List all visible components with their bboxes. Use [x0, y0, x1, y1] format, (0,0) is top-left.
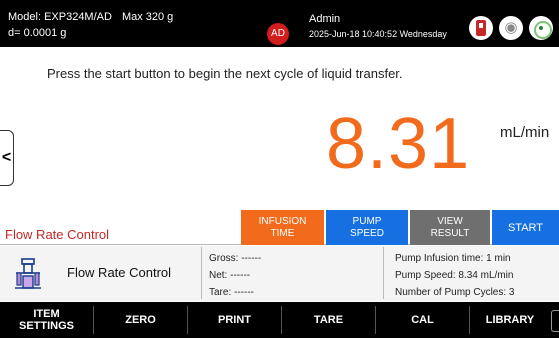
more-options-handle[interactable]	[551, 310, 559, 332]
library-button[interactable]: LIBRARY	[470, 302, 550, 338]
model-name: Model: EXP324M/AD	[8, 11, 112, 23]
item-settings-label-2: SETTINGS	[18, 320, 74, 332]
item-settings-label-1: ITEM	[33, 308, 60, 320]
infusion-time-label-1: INFUSION	[258, 215, 307, 227]
infusion-time-button[interactable]: INFUSION TIME	[241, 210, 324, 245]
flow-control-icon	[15, 258, 41, 289]
mode-label: Flow Rate Control	[67, 265, 172, 280]
reading-unit: mL/min	[500, 124, 550, 141]
model-info: Model: EXP324M/AD Max 320 g	[8, 10, 173, 24]
status-header: Model: EXP324M/AD Max 320 g d= 0.0001 g A…	[0, 0, 559, 47]
pump-cycles: Number of Pump Cycles: 3	[395, 287, 515, 298]
mode-title: Flow Rate Control	[5, 227, 110, 242]
usb-icon[interactable]	[469, 16, 493, 40]
user-avatar[interactable]: AD	[267, 23, 289, 45]
instruction-text: Press the start button to begin the next…	[47, 66, 403, 81]
pump-speed-label-2: SPEED	[350, 227, 384, 239]
user-name: Admin	[309, 13, 341, 25]
infusion-time-label-2: TIME	[270, 227, 295, 239]
start-button[interactable]: START	[492, 210, 559, 245]
side-panel-toggle[interactable]: <	[0, 130, 14, 186]
divider	[383, 247, 384, 299]
level-icon[interactable]	[529, 16, 553, 40]
tare-button[interactable]: TARE	[282, 302, 375, 338]
wifi-icon[interactable]: ◉	[499, 16, 523, 40]
gross-value: Gross: ------	[209, 253, 262, 264]
max-capacity: Max 320 g	[121, 11, 174, 23]
tare-value: Tare: ------	[209, 287, 254, 298]
pump-speed-button[interactable]: PUMP SPEED	[326, 210, 408, 245]
zero-button[interactable]: ZERO	[94, 302, 187, 338]
weight-summary: Gross: ------ Net: ------ Tare: ------	[209, 250, 261, 301]
pump-summary: Pump Infusion time: 1 min Pump Speed: 8.…	[395, 250, 515, 301]
cal-button[interactable]: CAL	[376, 302, 469, 338]
pump-speed-value: Pump Speed: 8.34 mL/min	[395, 270, 514, 281]
view-result-label-2: RESULT	[430, 227, 470, 239]
print-button[interactable]: PRINT	[188, 302, 281, 338]
view-result-label-1: VIEW	[437, 215, 463, 227]
chevron-left-icon: <	[1, 149, 12, 166]
view-result-button[interactable]: VIEW RESULT	[410, 210, 490, 245]
item-settings-button[interactable]: ITEM SETTINGS	[0, 302, 93, 338]
pump-infusion-time: Pump Infusion time: 1 min	[395, 253, 511, 264]
divider	[201, 247, 202, 299]
readability: d= 0.0001 g	[8, 27, 67, 39]
pump-speed-label-1: PUMP	[352, 215, 382, 227]
weight-reading: 8.31	[326, 104, 471, 184]
datetime: 2025-Jun-18 10:40:52 Wednesday	[309, 29, 447, 39]
net-value: Net: ------	[209, 270, 251, 281]
